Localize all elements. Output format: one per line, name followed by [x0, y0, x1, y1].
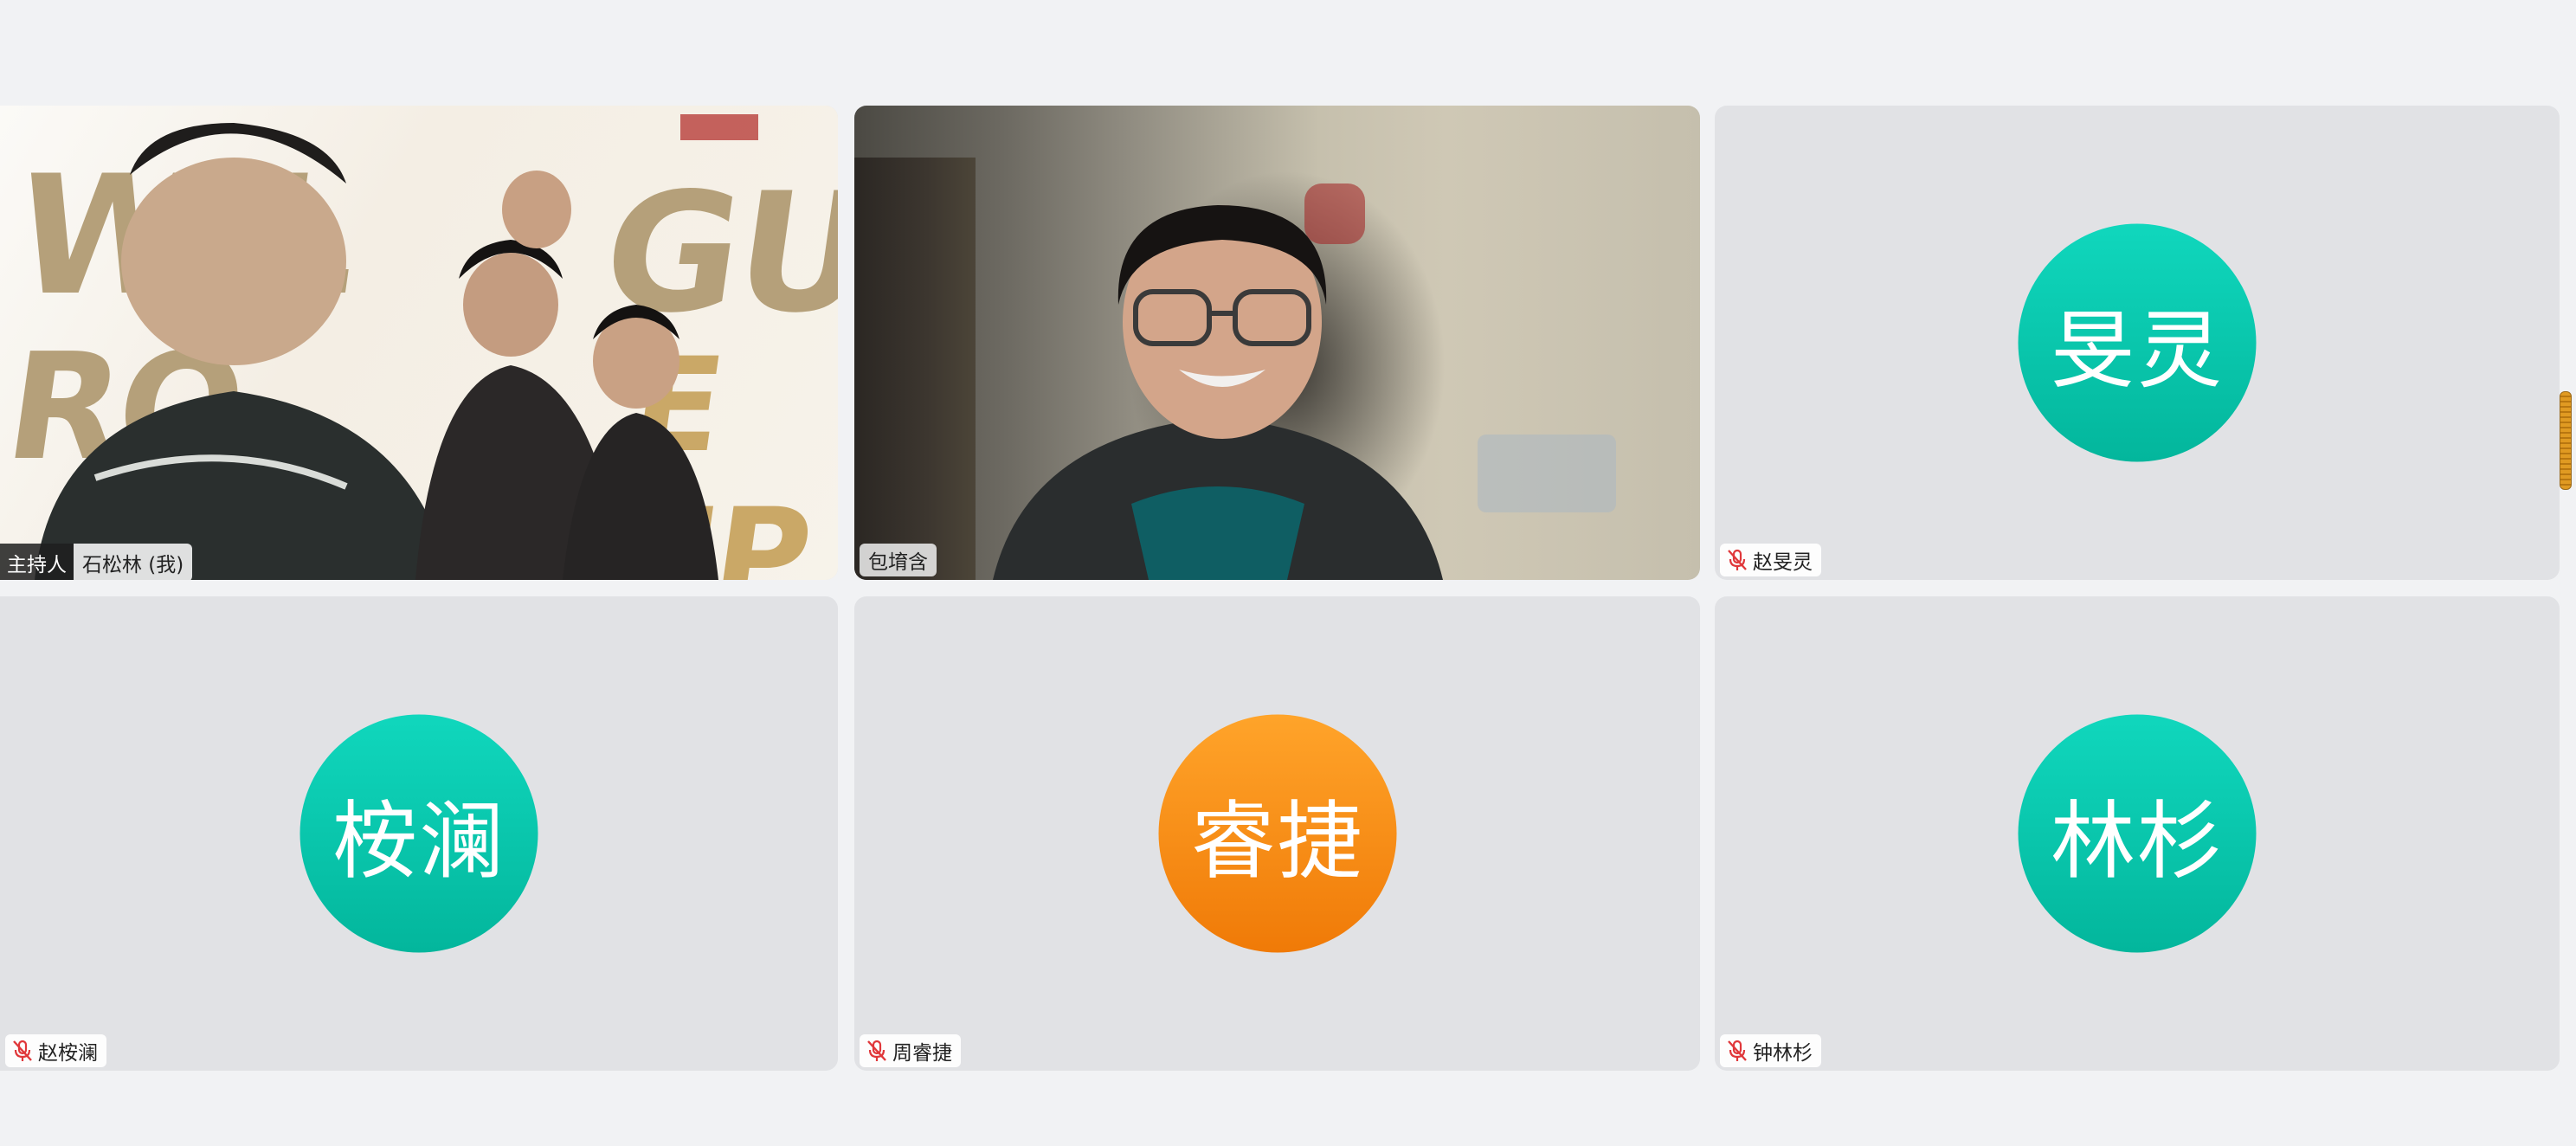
avatar: 林杉 [2018, 714, 2257, 953]
avatar: 睿捷 [1158, 714, 1396, 953]
participant-name: 赵桉澜 [38, 1042, 98, 1065]
mic-off-icon [866, 1040, 887, 1062]
mic-off-icon [1727, 549, 1748, 571]
participant-video-person [993, 183, 1616, 580]
mic-off-icon [1727, 1040, 1748, 1062]
avatar: 桉澜 [299, 714, 538, 953]
participant-name: 包堉含 [868, 551, 928, 574]
host-video-feed: WIL RO GUE E UP [0, 106, 838, 580]
participant-name-label: 赵旻灵 [1720, 544, 1821, 576]
participant-name: 周睿捷 [892, 1042, 952, 1065]
participant-video-feed [854, 106, 1700, 580]
participant-name-label: 包堉含 [860, 544, 937, 576]
video-grid: WIL RO GUE E UP 主持人 石松 [0, 106, 2576, 1073]
host-role-badge: 主持人 [0, 544, 74, 580]
participant-name: 赵旻灵 [1753, 551, 1813, 574]
participant-name-label: 钟林杉 [1720, 1034, 1821, 1067]
avatar: 旻灵 [2018, 223, 2257, 462]
host-name-label: 主持人 石松林 (我) [0, 544, 193, 580]
participant-tile[interactable]: 旻灵 赵旻灵 [1715, 106, 2560, 580]
participant-name-label: 周睿捷 [860, 1034, 961, 1067]
participant-tile-video[interactable]: 包堉含 [854, 106, 1700, 580]
participant-name: 石松林 (我) [74, 544, 193, 580]
host-video-people [35, 114, 758, 580]
participant-tile[interactable]: 睿捷 周睿捷 [854, 596, 1700, 1071]
participant-name: 钟林杉 [1753, 1042, 1813, 1065]
participant-tile[interactable]: 林杉 钟林杉 [1715, 596, 2560, 1071]
scrollbar-thumb[interactable] [2560, 391, 2572, 490]
mic-off-icon [12, 1040, 33, 1062]
participant-name-label: 赵桉澜 [5, 1034, 106, 1067]
participant-tile-host[interactable]: WIL RO GUE E UP 主持人 石松 [0, 106, 838, 580]
participant-tile[interactable]: 桉澜 赵桉澜 [0, 596, 838, 1071]
